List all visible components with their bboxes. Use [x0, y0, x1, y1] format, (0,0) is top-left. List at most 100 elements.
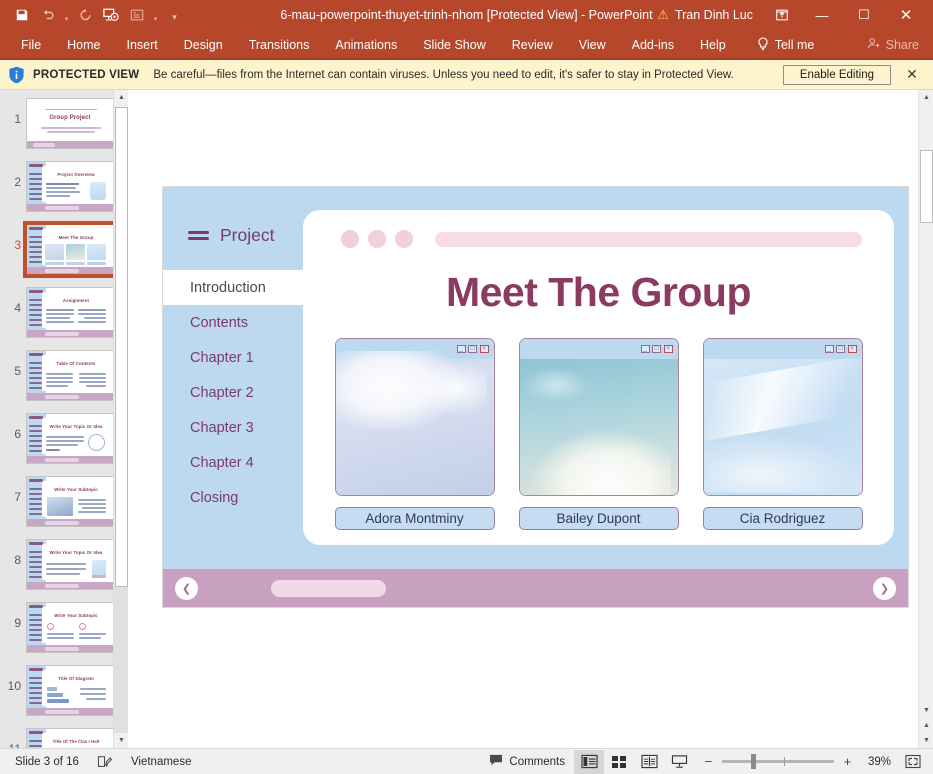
slide-thumbnail-5[interactable]: 5 Table Of Contents: [0, 350, 128, 401]
tab-add-ins[interactable]: Add-ins: [619, 30, 687, 60]
zoom-slider[interactable]: [722, 760, 834, 763]
chevron-left-icon[interactable]: ❮: [175, 577, 198, 600]
undo-icon[interactable]: [36, 4, 60, 26]
slide-brand-label: Project: [220, 225, 274, 246]
slide-number: 2: [3, 161, 21, 189]
previous-slide-icon[interactable]: ▼: [919, 703, 933, 718]
maximize-button[interactable]: ☐: [843, 0, 885, 30]
slide-nav-item-chapter-2[interactable]: Chapter 2: [163, 375, 303, 410]
slide-nav-item-chapter-4[interactable]: Chapter 4: [163, 445, 303, 480]
zoom-out-button[interactable]: −: [702, 754, 715, 769]
slide-show-button[interactable]: [664, 750, 694, 774]
undo-dropdown-icon[interactable]: ▾: [62, 4, 71, 26]
cloudy-sky-photo: [336, 359, 494, 495]
tell-me-search[interactable]: Tell me: [739, 30, 828, 60]
start-presentation-icon[interactable]: [99, 4, 123, 26]
slide-thumbnail-8[interactable]: 8 Write Your Topic Or Idea: [0, 539, 128, 590]
scroll-down-icon[interactable]: ▼: [114, 733, 128, 748]
redo-icon[interactable]: [73, 4, 97, 26]
slide-nav-item-closing[interactable]: Closing: [163, 480, 303, 515]
comment-icon: [489, 754, 503, 769]
member-photo-window: _ □ ×: [703, 338, 863, 496]
language-indicator[interactable]: Vietnamese: [122, 756, 201, 768]
slide-nav-item-chapter-1[interactable]: Chapter 1: [163, 340, 303, 375]
scrollbar-thumb[interactable]: [115, 107, 128, 587]
team-member-card: _ □ × Adora Montminy: [335, 338, 495, 530]
close-protected-view-bar-icon[interactable]: ✕: [899, 66, 925, 83]
close-button[interactable]: ✕: [885, 0, 927, 30]
comments-button[interactable]: Comments: [480, 754, 574, 769]
share-button[interactable]: Share: [867, 37, 933, 53]
slide-thumbnail-image: Assignment: [26, 287, 114, 338]
tab-view[interactable]: View: [566, 30, 619, 60]
normal-view-button[interactable]: [574, 750, 604, 774]
tab-file[interactable]: File: [8, 30, 54, 60]
slide-nav-sidebar: Project Introduction Contents Chapter 1 …: [163, 187, 303, 607]
slide-number: 9: [3, 602, 21, 630]
tab-insert[interactable]: Insert: [114, 30, 171, 60]
reading-view-button[interactable]: [634, 750, 664, 774]
notes-page-icon[interactable]: [88, 755, 122, 769]
minimize-button[interactable]: —: [801, 0, 843, 30]
member-name-label: Adora Montminy: [335, 507, 495, 530]
chevron-right-icon[interactable]: ❯: [873, 577, 896, 600]
slide-thumbnail-image: Write Your Topic Or Idea: [26, 413, 114, 464]
next-slide-icon[interactable]: ▲: [919, 718, 933, 733]
scroll-down-icon[interactable]: ▼: [919, 733, 933, 748]
tab-review[interactable]: Review: [499, 30, 566, 60]
slide-area-scrollbar[interactable]: ▲ ▼ ▲ ▼: [918, 90, 933, 748]
tab-help[interactable]: Help: [687, 30, 739, 60]
thumbnail-pane-scrollbar[interactable]: ▲ ▼: [113, 90, 128, 748]
window-close-icon: ×: [848, 345, 857, 353]
slide-indicator[interactable]: Slide 3 of 16: [6, 756, 88, 768]
reading-view-icon[interactable]: [125, 4, 149, 26]
slide-nav-item-introduction[interactable]: Introduction: [163, 270, 325, 305]
tab-animations[interactable]: Animations: [322, 30, 410, 60]
slide-thumbnail-11[interactable]: 11 Title Of The Clas I Halt: [0, 728, 128, 748]
scroll-up-icon[interactable]: ▲: [919, 90, 933, 105]
footer-pill-decoration: [271, 580, 386, 597]
slide-thumbnail-pane[interactable]: 1 Group Project 2: [0, 90, 128, 748]
zoom-in-button[interactable]: +: [841, 754, 854, 769]
zoom-slider-thumb[interactable]: [751, 754, 756, 769]
slide-number: 11: [3, 728, 21, 748]
ribbon-divider: [0, 58, 933, 60]
reading-view-dropdown-icon[interactable]: ▾: [151, 4, 160, 26]
fit-to-window-icon[interactable]: [899, 754, 927, 769]
tab-transitions[interactable]: Transitions: [236, 30, 323, 60]
scrollbar-thumb[interactable]: [920, 150, 933, 223]
scroll-up-icon[interactable]: ▲: [114, 90, 128, 105]
slide-thumbnail-image: Title Of Diagram: [26, 665, 114, 716]
tab-design[interactable]: Design: [171, 30, 236, 60]
title-bar: ▾ ▾ ▾ 6-mau-powerpoint-thuyet-trinh-nhom…: [0, 0, 933, 30]
zoom-level-label[interactable]: 39%: [861, 756, 891, 768]
ribbon-display-options-icon[interactable]: [763, 0, 801, 30]
slide-thumbnail-image: Write Your Topic Or Idea: [26, 539, 114, 590]
slide-sorter-view-button[interactable]: [604, 750, 634, 774]
slide-thumbnail-3[interactable]: 3 Meet The Group: [0, 224, 128, 275]
slide-content-card: Meet The Group _ □ × Adora Montminy: [303, 210, 894, 545]
slide-editing-area[interactable]: Project Introduction Contents Chapter 1 …: [128, 90, 933, 748]
current-slide[interactable]: Project Introduction Contents Chapter 1 …: [163, 187, 908, 607]
tab-slide-show[interactable]: Slide Show: [410, 30, 499, 60]
slide-thumbnail-9[interactable]: 9 Write Your Subtopic: [0, 602, 128, 653]
slide-thumbnail-4[interactable]: 4 Assignment: [0, 287, 128, 338]
zoom-slider-tick: [784, 757, 785, 766]
slide-nav-item-chapter-3[interactable]: Chapter 3: [163, 410, 303, 445]
slide-thumbnail-7[interactable]: 7 Write Your Subtopic: [0, 476, 128, 527]
account-info[interactable]: ⚠ Tran Dinh Luc: [647, 7, 763, 23]
slide-thumbnail-10[interactable]: 10 Title Of Diagram: [0, 665, 128, 716]
slide-nav-item-contents[interactable]: Contents: [163, 305, 303, 340]
save-icon[interactable]: [10, 4, 34, 26]
customize-quick-access-toolbar-icon[interactable]: ▾: [170, 4, 179, 26]
hamburger-menu-icon[interactable]: [188, 231, 209, 240]
member-name-label: Bailey Dupont: [519, 507, 679, 530]
slide-thumbnail-6[interactable]: 6 Write Your Topic Or Idea: [0, 413, 128, 464]
slide-thumbnail-1[interactable]: 1 Group Project: [0, 98, 128, 149]
slide-thumbnail-2[interactable]: 2 Project Overview: [0, 161, 128, 212]
member-photo-window: _ □ ×: [519, 338, 679, 496]
scrollbar-track[interactable]: [114, 587, 128, 733]
enable-editing-button[interactable]: Enable Editing: [783, 65, 891, 85]
window-maximize-icon: □: [652, 345, 661, 353]
tab-home[interactable]: Home: [54, 30, 113, 60]
